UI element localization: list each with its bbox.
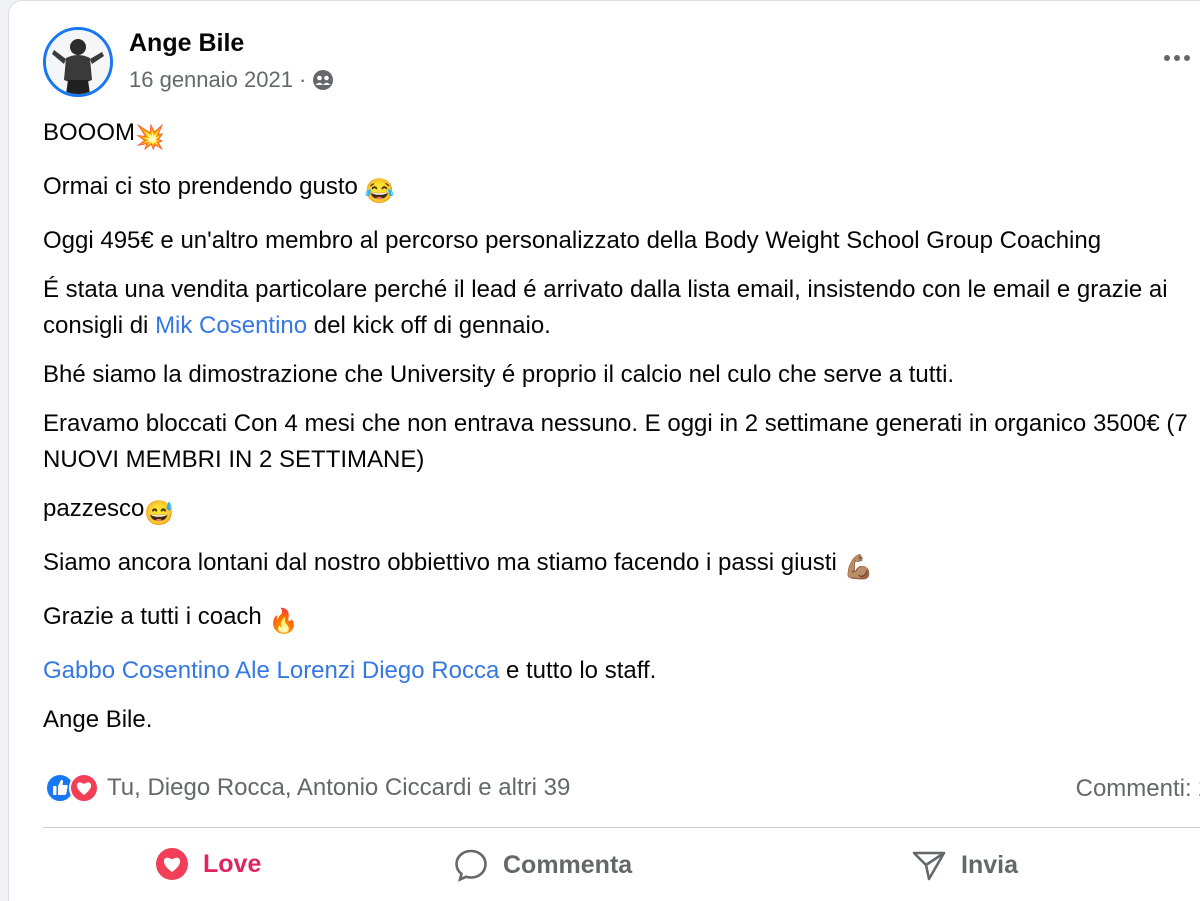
post-paragraph: É stata una vendita particolare perché i… xyxy=(43,272,1200,344)
send-button[interactable]: Invia xyxy=(911,847,1018,883)
reaction-icons xyxy=(45,773,99,803)
comments-count[interactable]: Commenti: 22 xyxy=(1076,775,1200,803)
post-meta: 16 gennaio 2021 · xyxy=(129,67,334,93)
send-icon xyxy=(912,851,946,881)
post-body: BOOOM💥 Ormai ci sto prendendo gusto 😂 Og… xyxy=(43,115,1200,751)
author-name[interactable]: Ange Bile xyxy=(129,29,244,58)
post-text: Ormai ci sto prendendo gusto xyxy=(43,173,365,200)
mention-link[interactable]: Gabbo Cosentino xyxy=(43,657,230,684)
post-paragraph: Bhé siamo la dimostrazione che Universit… xyxy=(43,361,955,388)
more-horizontal-icon xyxy=(1164,55,1170,61)
post-paragraph: Eravamo bloccati Con 4 mesi che non entr… xyxy=(43,410,1188,473)
collision-emoji-icon: 💥 xyxy=(135,124,165,151)
mention-link[interactable]: Mik Cosentino xyxy=(155,312,307,339)
mention-link[interactable]: Diego Rocca xyxy=(362,657,499,684)
laughing-emoji-icon: 😂 xyxy=(364,178,395,205)
comment-button[interactable]: Commenta xyxy=(453,847,632,883)
post-paragraph: Grazie a tutti i coach 🔥 xyxy=(43,599,1200,640)
post-date[interactable]: 16 gennaio 2021 xyxy=(129,67,293,93)
post-card: Ange Bile 16 gennaio 2021 · BOOOM💥 Ormai… xyxy=(8,0,1200,901)
love-button[interactable]: Love xyxy=(155,847,261,881)
post-paragraph: Gabbo Cosentino Ale Lorenzi Diego Rocca … xyxy=(43,653,1200,689)
post-text: e tutto lo staff. xyxy=(499,657,657,684)
more-options-button[interactable] xyxy=(1157,43,1197,73)
sweat-smile-emoji-icon: 😅 xyxy=(144,500,175,527)
more-dot xyxy=(1174,55,1180,61)
flexed-biceps-emoji-icon: 💪🏽 xyxy=(843,554,874,581)
fire-emoji-icon: 🔥 xyxy=(268,608,299,635)
love-icon xyxy=(156,848,188,880)
comment-label: Commenta xyxy=(503,850,633,879)
reactions-summary[interactable]: Tu, Diego Rocca, Antonio Ciccardi e altr… xyxy=(45,773,570,803)
post-text: Grazie a tutti i coach xyxy=(43,603,269,630)
post-paragraph: Oggi 495€ e un'altro membro al percorso … xyxy=(43,227,1102,254)
divider xyxy=(43,827,1200,828)
post-paragraph: pazzesco😅 xyxy=(43,491,1200,532)
avatar[interactable] xyxy=(43,27,113,97)
post-text: pazzesco xyxy=(43,495,145,522)
friends-icon[interactable] xyxy=(312,69,334,91)
post-text: del kick off di gennaio. xyxy=(307,312,551,339)
post-paragraph: Ange Bile. xyxy=(43,706,153,733)
post-text: Siamo ancora lontani dal nostro obbietti… xyxy=(43,549,844,576)
mention-link[interactable]: Ale Lorenzi xyxy=(235,657,355,684)
avatar-photo xyxy=(46,30,110,94)
more-dot xyxy=(1184,55,1190,61)
love-label: Love xyxy=(203,849,262,878)
love-icon xyxy=(69,773,99,803)
post-text: BOOOM xyxy=(43,119,136,146)
post-paragraph: BOOOM💥 xyxy=(43,115,1200,156)
reaction-names[interactable]: Tu, Diego Rocca, Antonio Ciccardi e altr… xyxy=(107,774,570,802)
post-paragraph: Ormai ci sto prendendo gusto 😂 xyxy=(43,169,1200,210)
comment-icon xyxy=(455,849,487,882)
send-label: Invia xyxy=(961,850,1018,879)
post-paragraph: Siamo ancora lontani dal nostro obbietti… xyxy=(43,545,1200,586)
meta-separator: · xyxy=(298,67,307,92)
